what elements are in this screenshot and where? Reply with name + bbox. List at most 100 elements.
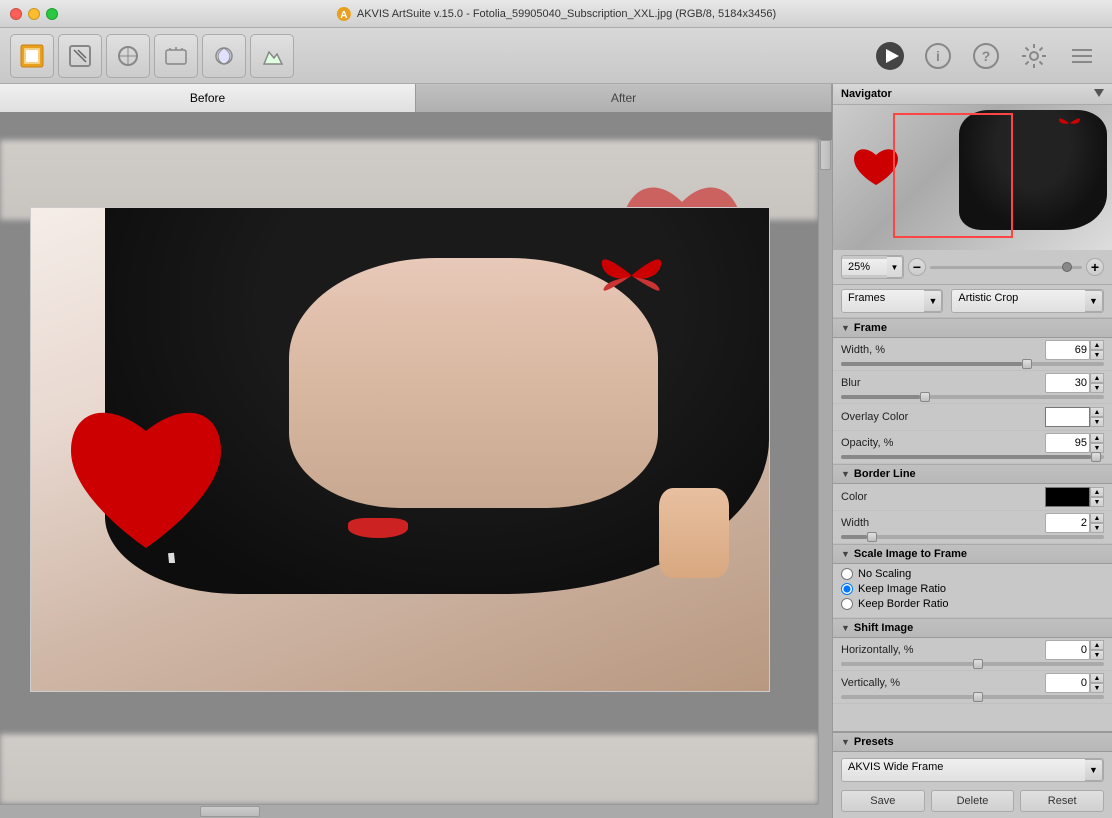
category-dropdown-btn[interactable]: ▼ [924,290,942,312]
blur-input[interactable] [1045,373,1090,393]
opacity-fill [841,455,1091,459]
scale-keep-image-label: Keep Image Ratio [858,583,946,595]
opacity-row: Opacity, % ▲ ▼ [833,431,1112,464]
scrollbar-vertical[interactable] [818,140,832,804]
overlay-color-up[interactable]: ▲ [1090,407,1104,417]
overlay-color-down[interactable]: ▼ [1090,417,1104,427]
blur-thumb[interactable] [920,392,930,402]
border-width-thumb[interactable] [867,532,877,542]
zoom-dropdown-btn[interactable]: ▼ [887,256,903,278]
blur-down[interactable]: ▼ [1090,383,1104,393]
tool-sixth[interactable] [250,34,294,78]
opacity-thumb[interactable] [1091,452,1101,462]
delete-preset-button[interactable]: Delete [931,790,1015,812]
run-button[interactable] [870,36,910,76]
tool-frames[interactable] [10,34,54,78]
tool-fourth[interactable] [154,34,198,78]
preset-dropdown-btn[interactable]: ▼ [1085,759,1103,781]
horizontal-thumb[interactable] [973,659,983,669]
preset-value[interactable]: AKVIS Wide Frame [842,759,1085,781]
presets-header: ▼ Presets [833,733,1112,752]
tab-after[interactable]: After [416,84,832,112]
horizontal-down[interactable]: ▼ [1090,650,1104,660]
opacity-input[interactable] [1045,433,1090,453]
tool-fifth[interactable] [202,34,246,78]
border-width-slider[interactable] [841,535,1104,539]
scrollbar-vertical-thumb[interactable] [820,140,831,170]
horizontal-up[interactable]: ▲ [1090,640,1104,650]
zoom-value[interactable]: 25% [842,259,887,275]
blur-slider[interactable] [841,395,1104,399]
svg-text:A: A [340,10,347,21]
vertical-thumb[interactable] [973,692,983,702]
info-button[interactable]: i [918,36,958,76]
border-color-up[interactable]: ▲ [1090,487,1104,497]
horizontal-stepper: ▲ ▼ [1090,640,1104,660]
border-color-down[interactable]: ▼ [1090,497,1104,507]
vertical-input[interactable] [1045,673,1090,693]
vertical-slider[interactable] [841,695,1104,699]
scale-keep-border-radio[interactable] [841,598,853,610]
blur-up[interactable]: ▲ [1090,373,1104,383]
opacity-up[interactable]: ▲ [1090,433,1104,443]
scale-keep-border-label: Keep Border Ratio [858,598,949,610]
reset-preset-button[interactable]: Reset [1020,790,1104,812]
overlay-color-row: Overlay Color ▲ ▼ [833,404,1112,431]
scrollbar-horizontal[interactable] [0,804,818,818]
scale-radio-group: No Scaling Keep Image Ratio Keep Border … [833,564,1112,618]
border-width-input[interactable] [1045,513,1090,533]
vertical-up[interactable]: ▲ [1090,673,1104,683]
minimize-button[interactable] [28,8,40,20]
border-width-down[interactable]: ▼ [1090,523,1104,533]
window-controls[interactable] [10,8,58,20]
navigator-preview[interactable] [833,105,1112,250]
border-width-input-row: Width ▲ ▼ [841,513,1104,533]
scale-section-arrow: ▼ [841,549,850,559]
zoom-controls: 25% ▼ − + [833,250,1112,285]
horizontal-slider[interactable] [841,662,1104,666]
tool-third[interactable] [106,34,150,78]
panel-button[interactable] [1062,36,1102,76]
horizontal-input[interactable] [1045,640,1090,660]
svg-text:?: ? [982,48,991,64]
type-dropdown-btn[interactable]: ▼ [1085,290,1103,312]
vertical-down[interactable]: ▼ [1090,683,1104,693]
type-value[interactable]: Artistic Crop [952,290,1085,312]
overlay-color-swatch[interactable] [1045,407,1090,427]
main-area: Before After [0,84,1112,818]
opacity-slider[interactable] [841,455,1104,459]
frame-width-up[interactable]: ▲ [1090,340,1104,350]
zoom-out-button[interactable]: − [908,258,926,276]
preset-select-row: AKVIS Wide Frame ▼ [841,758,1104,782]
save-preset-button[interactable]: Save [841,790,925,812]
zoom-slider[interactable] [930,266,1082,269]
border-width-row: Width ▲ ▼ [833,511,1112,544]
scale-keep-image-row: Keep Image Ratio [841,583,1104,595]
scale-keep-image-radio[interactable] [841,583,853,595]
scrollbar-horizontal-thumb[interactable] [200,806,260,817]
frame-width-down[interactable]: ▼ [1090,350,1104,360]
category-value[interactable]: Frames [842,290,924,312]
frame-width-thumb[interactable] [1022,359,1032,369]
nav-image [833,105,1112,250]
border-color-swatch[interactable] [1045,487,1090,507]
nav-selection-rect[interactable] [893,113,1013,238]
tab-before[interactable]: Before [0,84,416,112]
canvas-area[interactable] [0,112,832,818]
frame-section-arrow: ▼ [841,323,850,333]
zoom-in-button[interactable]: + [1086,258,1104,276]
frame-width-input[interactable] [1045,340,1090,360]
border-section-header: ▼ Border Line [833,464,1112,484]
lips [348,518,408,538]
maximize-button[interactable] [46,8,58,20]
close-button[interactable] [10,8,22,20]
border-width-up[interactable]: ▲ [1090,513,1104,523]
scale-no-scaling-radio[interactable] [841,568,853,580]
help-button[interactable]: ? [966,36,1006,76]
frame-width-slider[interactable] [841,362,1104,366]
tool-second[interactable] [58,34,102,78]
spacer [833,704,1112,731]
settings-button[interactable] [1014,36,1054,76]
navigator-toggle-icon[interactable] [1094,89,1104,99]
blur-input-row: Blur ▲ ▼ [841,373,1104,393]
